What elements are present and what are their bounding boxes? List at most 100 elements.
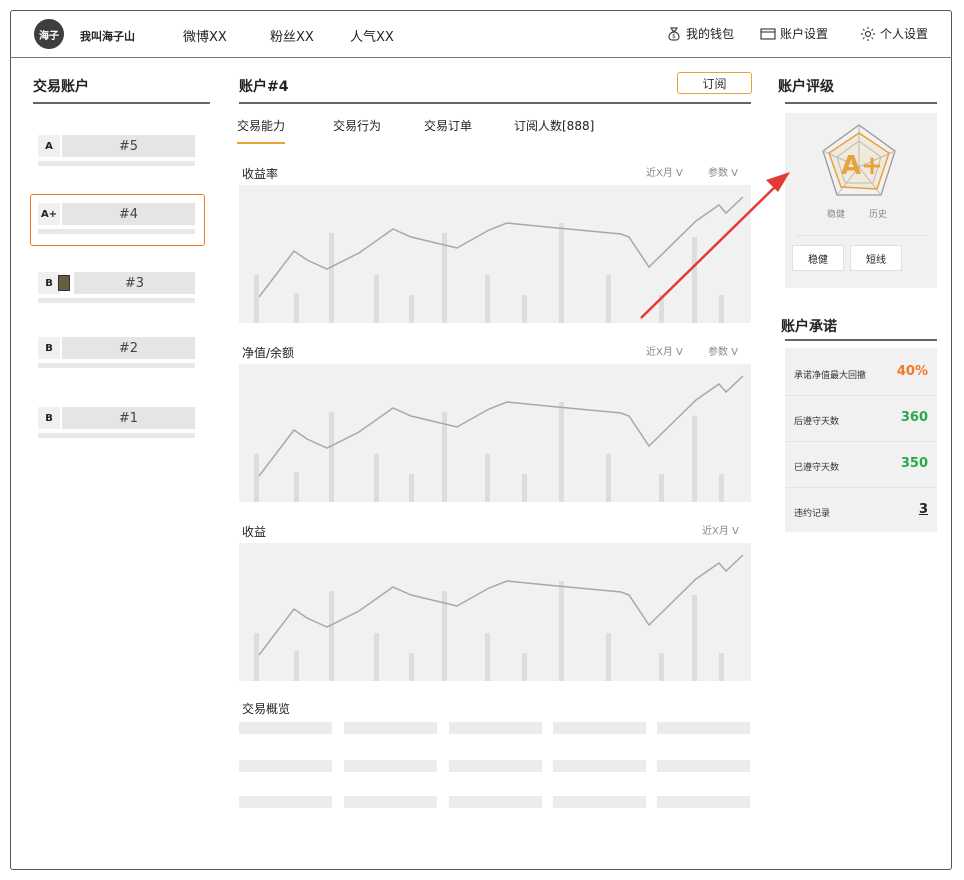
chart-bar-sketch <box>485 275 490 323</box>
account-item[interactable]: A #5 <box>38 135 195 167</box>
account-item[interactable]: B #1 <box>38 407 195 439</box>
promise-value: 40% <box>896 364 928 379</box>
chart-bar-sketch <box>374 633 379 681</box>
chart-bar-sketch <box>719 295 724 323</box>
style-stable-button[interactable]: 稳健 <box>792 245 844 271</box>
chart-bar-sketch <box>409 474 414 502</box>
promise-label: 违约记录 <box>794 509 831 519</box>
promise-row: 承诺净值最大回撤 40% <box>785 350 937 396</box>
tab-subscribers[interactable]: 订阅人数[888] <box>514 117 594 134</box>
account-subbar <box>38 363 195 368</box>
promise-row: 后遵守天数 360 <box>785 396 937 442</box>
chart-profit <box>239 543 751 681</box>
chart-title-net-value: 净值/余额 <box>242 346 295 360</box>
radar-label: 历史 <box>869 210 888 220</box>
popularity-stat[interactable]: 人气XX <box>350 26 394 45</box>
chart-bar-sketch <box>329 412 334 502</box>
overview-cell <box>657 722 750 734</box>
rating-divider <box>785 102 937 104</box>
overview-cell <box>553 796 646 808</box>
weibo-stat[interactable]: 微博XX <box>183 26 227 45</box>
rating-grade: A+ <box>841 151 883 181</box>
account-grade: B <box>38 337 60 359</box>
chart-bar-sketch <box>659 295 664 323</box>
account-item[interactable]: B #3 <box>38 272 195 304</box>
fans-stat[interactable]: 粉丝XX <box>270 26 314 45</box>
overview-cell <box>239 760 332 772</box>
chart-bar-sketch <box>559 581 564 681</box>
rating-divider-inner <box>795 235 927 236</box>
params-dropdown[interactable]: 参数 V <box>708 164 738 179</box>
chart-bar-sketch <box>374 454 379 502</box>
account-subbar <box>38 161 195 166</box>
accounts-divider <box>33 102 210 104</box>
account-grade: B <box>38 407 60 429</box>
personal-settings-link[interactable]: 个人设置 <box>860 25 928 42</box>
promise-title: 账户承诺 <box>781 319 837 335</box>
style-short-button[interactable]: 短线 <box>850 245 902 271</box>
params-dropdown[interactable]: 参数 V <box>708 343 738 358</box>
promise-value: 350 <box>900 456 928 471</box>
chart-bar-sketch <box>559 402 564 502</box>
promise-label: 已遵守天数 <box>794 463 840 473</box>
account-settings-label: 账户设置 <box>780 27 829 41</box>
tab-trading-behavior[interactable]: 交易行为 <box>333 117 381 134</box>
overview-cell <box>449 760 542 772</box>
chart-bar-sketch <box>442 591 447 681</box>
chart-net-value <box>239 364 751 502</box>
period-dropdown[interactable]: 近X月 V <box>646 164 683 179</box>
chart-title-profit: 收益 <box>242 525 267 539</box>
chart-bar-sketch <box>692 416 697 502</box>
chart-bar-sketch <box>692 237 697 323</box>
account-avatar <box>58 275 70 291</box>
chart-bar-sketch <box>254 454 259 502</box>
svg-text:$: $ <box>672 33 676 40</box>
account-grade: A <box>38 135 60 157</box>
top-bar: 海子 我叫海子山 微博XX 粉丝XX 人气XX $ 我的钱包 账户设置 个人设置 <box>10 10 952 58</box>
overview-cell <box>449 722 542 734</box>
overview-cell <box>344 796 437 808</box>
account-item-selected[interactable]: A+ #4 <box>30 194 205 246</box>
account-settings-link[interactable]: 账户设置 <box>760 25 828 42</box>
chart-bar-sketch <box>485 633 490 681</box>
overview-cell <box>239 796 332 808</box>
account-name: #1 <box>62 407 195 429</box>
username[interactable]: 我叫海子山 <box>80 28 135 44</box>
chart-bar-sketch <box>442 233 447 323</box>
chart-bar-sketch <box>409 295 414 323</box>
chart-bar-sketch <box>409 653 414 681</box>
account-item[interactable]: B #2 <box>38 337 195 369</box>
tab-trading-ability[interactable]: 交易能力 <box>237 117 286 144</box>
account-subbar <box>38 298 195 303</box>
money-bag-icon: $ <box>668 26 680 41</box>
wallet-link[interactable]: $ 我的钱包 <box>666 25 734 42</box>
accounts-title: 交易账户 <box>33 79 89 95</box>
chart-bar-sketch <box>329 591 334 681</box>
overview-cell <box>657 796 750 808</box>
overview-cell <box>239 722 332 734</box>
chart-bar-sketch <box>606 454 611 502</box>
logo[interactable]: 海子 <box>34 19 64 49</box>
chart-bar-sketch <box>294 293 299 323</box>
chart-bar-sketch <box>294 651 299 681</box>
period-dropdown[interactable]: 近X月 V <box>702 522 739 537</box>
chart-title-return-rate: 收益率 <box>242 167 279 181</box>
subscribe-button[interactable]: 订阅 <box>677 72 752 94</box>
promise-value: 3 <box>918 502 928 517</box>
overview-cell <box>344 760 437 772</box>
account-divider <box>239 102 751 104</box>
account-title: 账户#4 <box>239 79 289 95</box>
gear-icon <box>861 26 875 41</box>
promise-label: 后遵守天数 <box>794 417 840 427</box>
chart-bar-sketch <box>522 295 527 323</box>
rating-title: 账户评级 <box>778 79 834 95</box>
account-grade: A+ <box>38 203 60 225</box>
chart-bar-sketch <box>442 412 447 502</box>
account-name: #4 <box>62 203 195 225</box>
chart-bar-sketch <box>485 454 490 502</box>
overview-cell <box>553 760 646 772</box>
tab-trading-orders[interactable]: 交易订单 <box>424 117 472 134</box>
chart-bar-sketch <box>294 472 299 502</box>
chart-bar-sketch <box>692 595 697 681</box>
period-dropdown[interactable]: 近X月 V <box>646 343 683 358</box>
